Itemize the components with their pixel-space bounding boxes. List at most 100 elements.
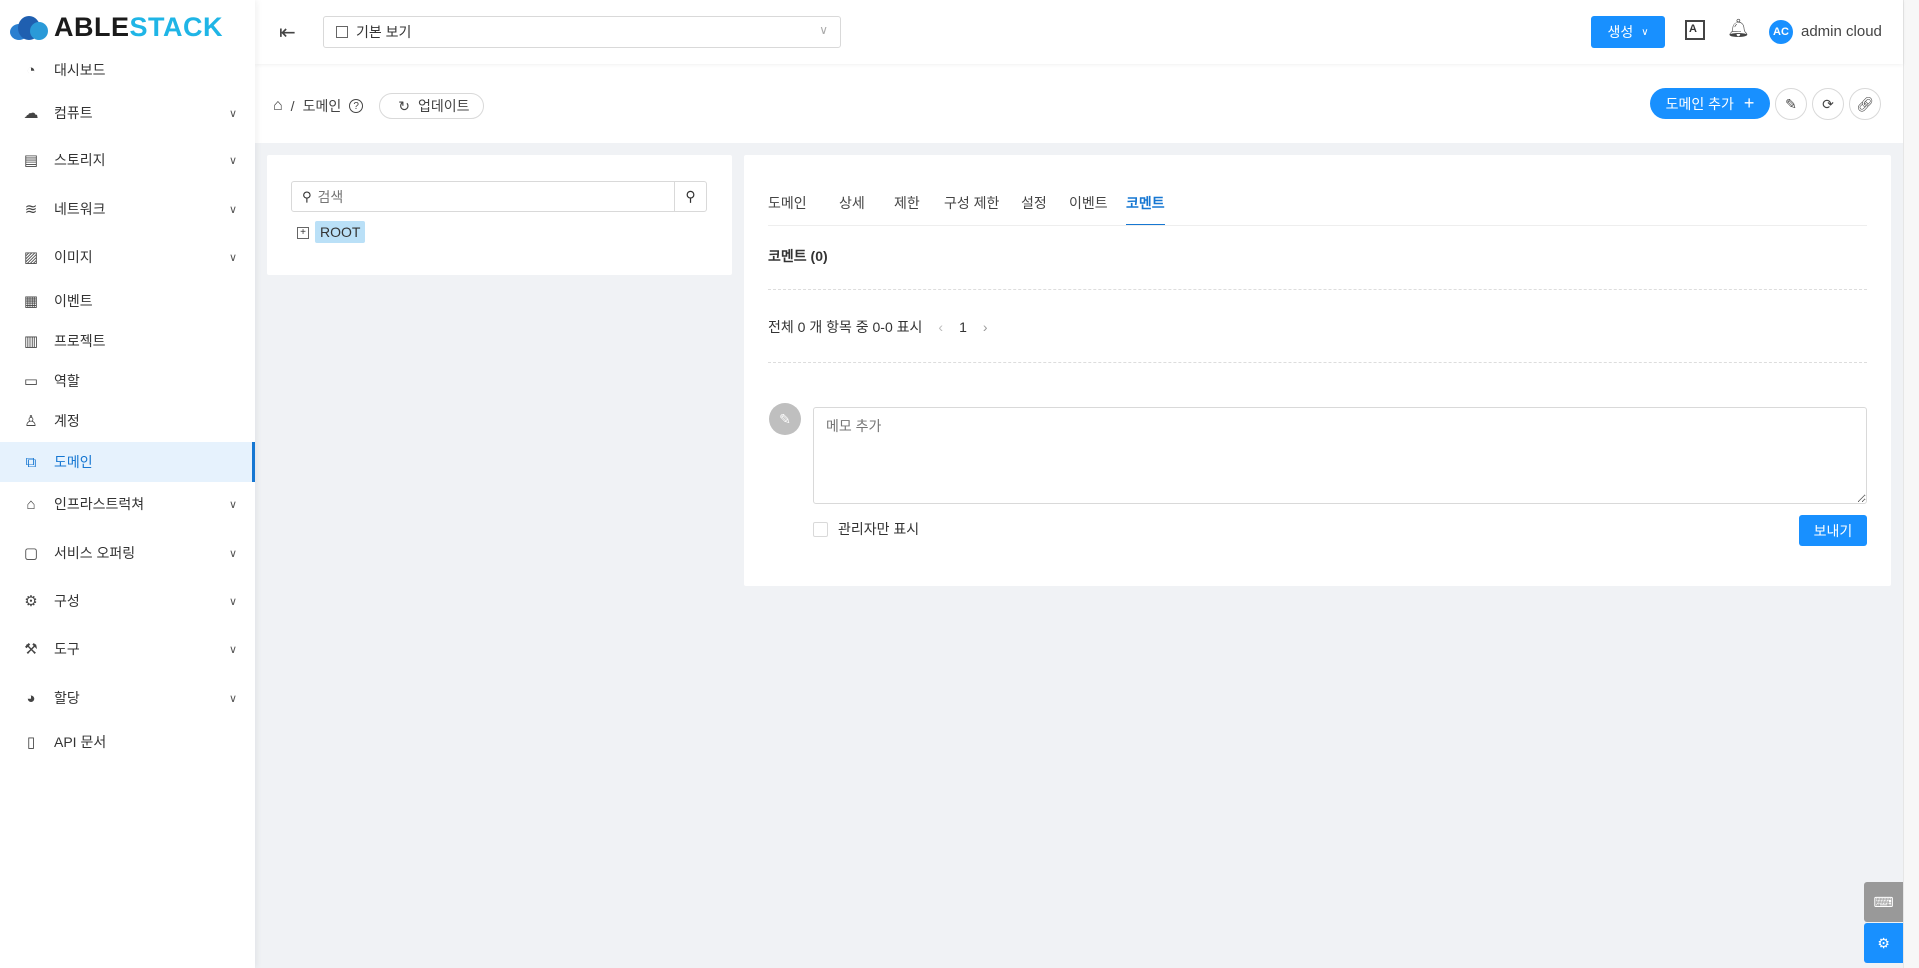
- expand-icon[interactable]: +: [297, 227, 309, 239]
- translate-icon[interactable]: A: [1685, 20, 1705, 40]
- breadcrumb-separator: /: [290, 98, 295, 114]
- sidebar-item-3[interactable]: ≋ 네트워크 ∨: [0, 189, 255, 229]
- shopping-icon: ▢: [23, 545, 39, 562]
- divider: [768, 289, 1867, 290]
- sidebar-item-2[interactable]: ▤ 스토리지 ∨: [0, 140, 255, 180]
- sidebar-item-label: 구성: [54, 593, 80, 609]
- project-icon: [336, 26, 348, 38]
- sidebar-item-8[interactable]: ♙ 계정: [0, 401, 255, 441]
- chevron-down-icon: ∨: [228, 643, 237, 656]
- page-1[interactable]: 1: [959, 319, 967, 335]
- home-icon[interactable]: ⌂: [273, 97, 283, 115]
- sidebar-item-11[interactable]: ▢ 서비스 오퍼링 ∨: [0, 533, 255, 573]
- ablestack-logo[interactable]: ABLE STACK: [10, 12, 223, 43]
- sidebar-item-15[interactable]: ▯ API 문서: [0, 722, 255, 762]
- create-button[interactable]: 생성 ∨: [1591, 16, 1665, 48]
- sidebar-item-7[interactable]: ▭ 역할: [0, 361, 255, 401]
- sidebar-item-label: 네트워크: [54, 201, 106, 217]
- sidebar-item-label: 서비스 오퍼링: [54, 545, 136, 561]
- add-domain-button[interactable]: 도메인 추가 +: [1650, 88, 1770, 119]
- tab-3[interactable]: 구성 제한: [944, 193, 999, 213]
- idcard-icon: ▭: [23, 373, 39, 390]
- read-icon: ▯: [26, 734, 36, 751]
- sync-icon: ⟳: [1822, 95, 1834, 112]
- settings-button[interactable]: ⚙: [1864, 923, 1903, 963]
- sidebar-item-label: 컴퓨트: [54, 105, 93, 121]
- search-button[interactable]: ⚲: [674, 182, 706, 211]
- tab-1[interactable]: 상세: [839, 193, 865, 213]
- user-name[interactable]: admin cloud: [1801, 23, 1882, 40]
- chevron-down-icon: ∨: [228, 498, 237, 511]
- memo-textarea[interactable]: [813, 407, 1867, 504]
- sidebar-item-14[interactable]: ◕ 할당 ∨: [0, 678, 255, 718]
- wifi-icon: ≋: [24, 201, 38, 218]
- checkbox[interactable]: [813, 521, 828, 537]
- tabs-divider: [768, 225, 1867, 226]
- sidebar-item-1[interactable]: ☁ 컴퓨트 ∨: [0, 93, 255, 133]
- sidebar-item-label: 이미지: [54, 249, 93, 265]
- sidebar-item-label: 도구: [54, 641, 80, 657]
- create-label: 생성: [1607, 24, 1634, 40]
- sidebar-item-13[interactable]: ⚒ 도구 ∨: [0, 629, 255, 669]
- cloud-icon: ☁: [23, 105, 39, 122]
- search-icon: ⚲: [302, 189, 312, 204]
- sidebar-item-label: 대시보드: [54, 62, 106, 78]
- sync-button[interactable]: ⟳: [1812, 88, 1844, 120]
- chevron-down-icon: ∨: [1641, 26, 1649, 38]
- sidebar-item-label: 역할: [54, 373, 80, 389]
- logo-text-accent: STACK: [129, 12, 223, 42]
- sidebar-item-12[interactable]: ⚙ 구성 ∨: [0, 581, 255, 621]
- refresh-button[interactable]: ↻ 업데이트: [379, 93, 485, 119]
- edit-button[interactable]: ✎: [1775, 88, 1807, 120]
- sidebar-item-label: 도메인: [54, 454, 93, 470]
- sidebar-item-5[interactable]: ▦ 이벤트: [0, 281, 255, 321]
- admin-only-label: 관리자만 표시: [838, 521, 920, 537]
- tree-node-root[interactable]: ROOT: [315, 221, 366, 243]
- bank-icon: ⌂: [26, 495, 36, 513]
- chevron-down-icon: ∨: [228, 107, 237, 120]
- edit-avatar-icon: ✎: [769, 403, 801, 435]
- question-icon[interactable]: ?: [349, 99, 364, 113]
- user-icon: ♙: [24, 413, 38, 430]
- keyboard-button[interactable]: ⌨: [1864, 882, 1903, 922]
- tab-4[interactable]: 설정: [1021, 193, 1047, 213]
- breadcrumb-bar: ⌂ / 도메인 ? ↻ 업데이트 도메인 추가 + ✎ ⟳ 🔗︎: [255, 64, 1903, 143]
- sidebar-item-6[interactable]: ▥ 프로젝트: [0, 321, 255, 361]
- plus-icon: +: [1743, 93, 1755, 113]
- chevron-down-icon: ∨: [228, 251, 237, 264]
- admin-only-checkbox[interactable]: 관리자만 표시: [813, 519, 919, 539]
- tab-2[interactable]: 제한: [894, 193, 920, 213]
- gear-icon: ⚙: [1877, 934, 1890, 951]
- sidebar-item-label: API 문서: [54, 734, 107, 750]
- tab-0[interactable]: 도메인: [768, 193, 807, 213]
- image-icon: ▨: [23, 249, 39, 266]
- menu-fold-icon[interactable]: ⇤: [279, 20, 296, 45]
- dashboard-icon: ◔: [26, 61, 36, 79]
- search-input[interactable]: [317, 182, 674, 211]
- prev-page-button[interactable]: ‹: [938, 319, 943, 335]
- domain-detail-card: 도메인 상세 제한 구성 제한 설정 이벤트 코멘트 코멘트 (0) 전체 0 개 항목 중…: [744, 155, 1891, 586]
- project-icon: ▥: [23, 333, 39, 350]
- next-page-button[interactable]: ›: [983, 319, 988, 335]
- bell-icon[interactable]: 🔔︎: [1727, 18, 1750, 39]
- avatar[interactable]: AC: [1769, 20, 1793, 44]
- comments-title: 코멘트 (0): [768, 248, 828, 264]
- sidebar-item-9[interactable]: ⧉ 도메인: [0, 442, 255, 482]
- chevron-down-icon: ∨: [228, 692, 237, 705]
- scrollbar[interactable]: [1903, 0, 1919, 968]
- tab-6[interactable]: 코멘트: [1126, 193, 1165, 226]
- view-select[interactable]: 기본 보기 ∨: [323, 16, 841, 48]
- sidebar-item-10[interactable]: ⌂ 인프라스트럭쳐 ∨: [0, 484, 255, 524]
- link-button[interactable]: 🔗︎: [1849, 88, 1881, 120]
- sidebar-item-4[interactable]: ▨ 이미지 ∨: [0, 237, 255, 277]
- pagination-total: 전체 0 개 항목 중 0-0 표시: [768, 319, 923, 335]
- tab-5[interactable]: 이벤트: [1069, 193, 1108, 213]
- sidebar-item-label: 프로젝트: [54, 333, 106, 349]
- setting-icon: ⚙: [24, 593, 38, 610]
- pagination: 전체 0 개 항목 중 0-0 표시 ‹ 1 ›: [768, 317, 988, 337]
- sidebar-item-0[interactable]: ◔ 대시보드: [0, 50, 255, 90]
- tree-search: ⚲ ⚲: [291, 181, 707, 212]
- sidebar-item-label: 할당: [54, 690, 80, 706]
- breadcrumb: ⌂ / 도메인 ? ↻ 업데이트: [273, 93, 485, 119]
- send-button[interactable]: 보내기: [1799, 515, 1867, 546]
